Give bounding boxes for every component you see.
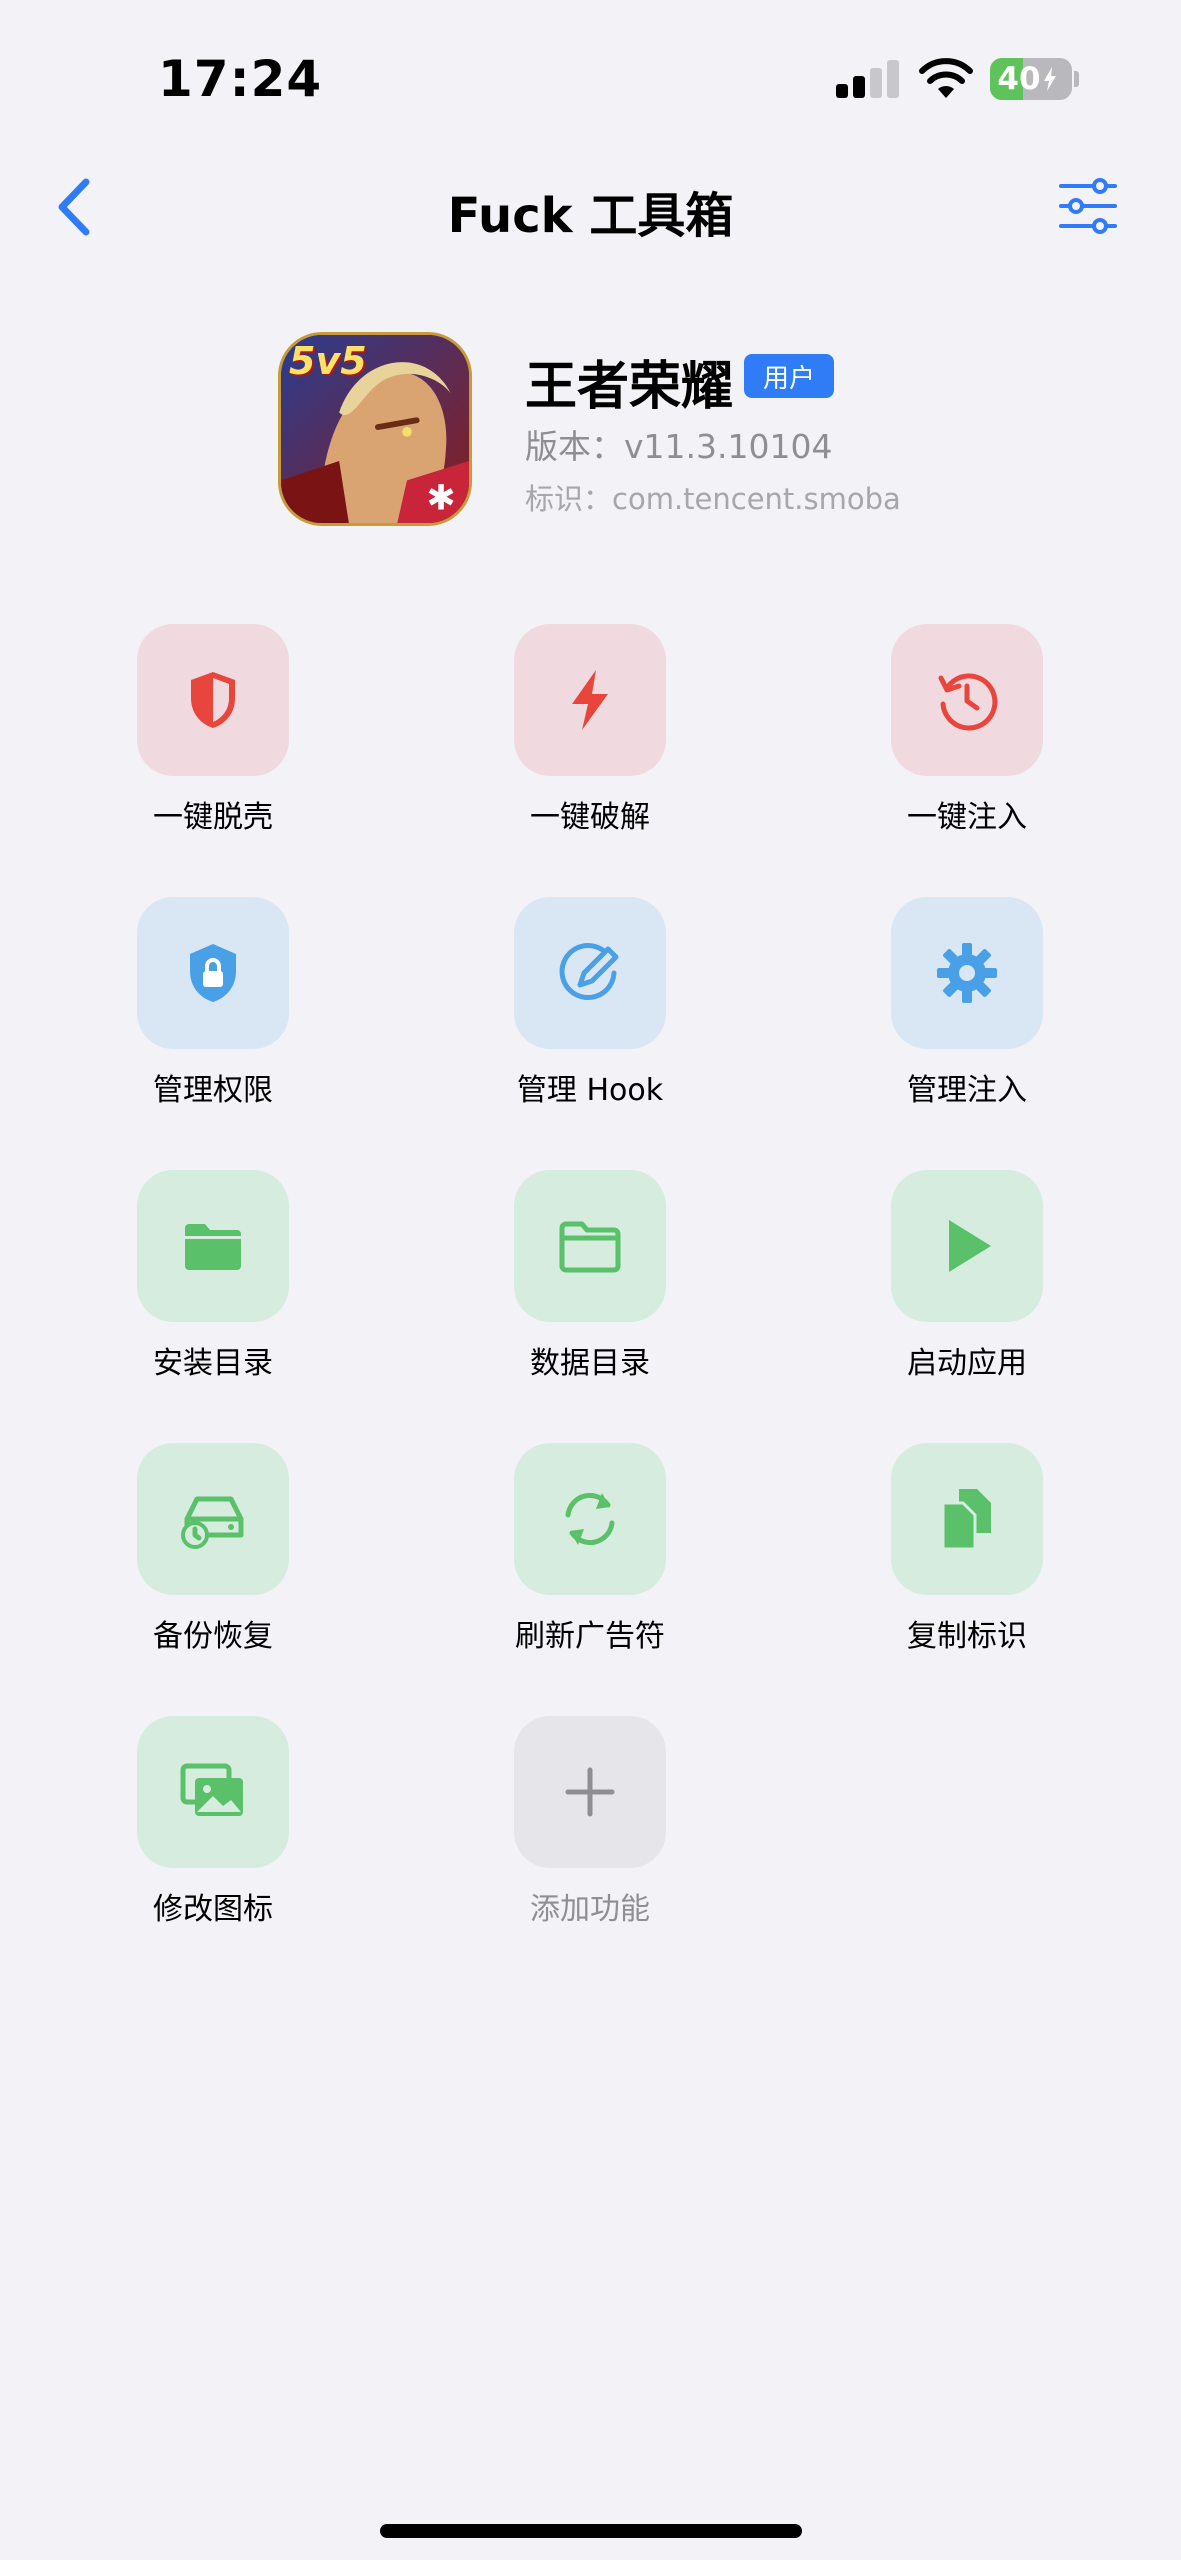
- tool-label: 刷新广告符: [515, 1619, 665, 1654]
- tool-folder-filled-button[interactable]: 安装目录: [93, 1170, 333, 1390]
- battery-percent: 40: [997, 61, 1041, 97]
- app-bundle-id: 标识：com.tencent.smoba: [525, 476, 901, 518]
- tool-label: 管理注入: [907, 1073, 1027, 1108]
- tool-label: 添加功能: [530, 1892, 650, 1927]
- tool-icon-box[interactable]: [514, 897, 666, 1049]
- tool-icon-box[interactable]: [137, 1170, 289, 1322]
- battery-cap: [1074, 71, 1079, 87]
- refresh-icon: [556, 1485, 624, 1553]
- home-indicator[interactable]: [380, 2524, 802, 2538]
- tool-label: 修改图标: [153, 1892, 273, 1927]
- sliders-icon: [1059, 178, 1117, 234]
- tool-icon-box[interactable]: [891, 1443, 1043, 1595]
- version-value: v11.3.10104: [624, 427, 833, 466]
- tool-gear-button[interactable]: 管理注入: [847, 897, 1087, 1117]
- tool-backup-drive-button[interactable]: 备份恢复: [93, 1443, 333, 1663]
- tool-icon-box[interactable]: [514, 1170, 666, 1322]
- copy-doc-icon: [933, 1485, 1001, 1553]
- backup-drive-icon: [179, 1485, 247, 1553]
- plus-icon: [556, 1758, 624, 1826]
- tool-icon-box[interactable]: [891, 624, 1043, 776]
- tool-label: 一键破解: [530, 800, 650, 835]
- tool-icon-box[interactable]: [514, 624, 666, 776]
- tool-label: 备份恢复: [153, 1619, 273, 1654]
- app-icon: ✱ 5v5: [278, 332, 472, 526]
- tool-icon-box[interactable]: [137, 1443, 289, 1595]
- charging-bolt-icon: [1043, 67, 1056, 91]
- lightning-icon: [556, 666, 624, 734]
- tool-icon-box[interactable]: [137, 624, 289, 776]
- settings-button[interactable]: [1058, 178, 1118, 234]
- history-icon: [933, 666, 1001, 734]
- user-badge: 用户: [744, 354, 834, 398]
- shield-half-icon: [179, 666, 247, 734]
- edit-circle-icon: [556, 939, 624, 1007]
- svg-text:✱: ✱: [426, 478, 455, 518]
- bundle-id-value: com.tencent.smoba: [612, 482, 901, 516]
- tool-shield-half-button[interactable]: 一键脱壳: [93, 624, 333, 844]
- tool-plus-button[interactable]: 添加功能: [470, 1716, 710, 1936]
- shield-lock-icon: [179, 939, 247, 1007]
- app-name: 王者荣耀: [525, 357, 734, 417]
- tool-folder-outline-button[interactable]: 数据目录: [470, 1170, 710, 1390]
- page-title: Fuck 工具箱: [447, 188, 734, 244]
- tool-label: 安装目录: [153, 1346, 273, 1381]
- status-time: 17:24: [158, 50, 323, 108]
- tool-icon-box[interactable]: [891, 897, 1043, 1049]
- tool-label: 管理 Hook: [516, 1073, 664, 1108]
- bundle-id-label: 标识：: [525, 482, 613, 516]
- tool-copy-doc-button[interactable]: 复制标识: [847, 1443, 1087, 1663]
- app-version: 版本：v11.3.10104: [525, 420, 832, 468]
- tool-play-button[interactable]: 启动应用: [847, 1170, 1087, 1390]
- battery-indicator: 40: [990, 58, 1072, 100]
- tool-label: 一键脱壳: [153, 800, 273, 835]
- status-bar: 17:24 40: [0, 0, 1181, 150]
- tool-icon-box[interactable]: [514, 1443, 666, 1595]
- tool-label: 管理权限: [153, 1073, 273, 1108]
- cellular-signal-icon: [836, 60, 900, 98]
- app-icon-text: 5v5: [289, 339, 367, 383]
- tool-history-button[interactable]: 一键注入: [847, 624, 1087, 844]
- version-label: 版本：: [525, 427, 624, 466]
- folder-outline-icon: [556, 1212, 624, 1280]
- tool-label: 一键注入: [907, 800, 1027, 835]
- tool-icon-box[interactable]: [137, 1716, 289, 1868]
- tool-lightning-button[interactable]: 一键破解: [470, 624, 710, 844]
- tool-shield-lock-button[interactable]: 管理权限: [93, 897, 333, 1117]
- tool-label: 启动应用: [907, 1346, 1027, 1381]
- tool-icon-box[interactable]: [891, 1170, 1043, 1322]
- wifi-icon: [918, 58, 974, 100]
- play-icon: [933, 1212, 1001, 1280]
- tool-refresh-button[interactable]: 刷新广告符: [470, 1443, 710, 1663]
- folder-filled-icon: [179, 1212, 247, 1280]
- photos-icon: [179, 1758, 247, 1826]
- tool-edit-circle-button[interactable]: 管理 Hook: [470, 897, 710, 1117]
- tool-label: 数据目录: [530, 1346, 650, 1381]
- tool-label: 复制标识: [907, 1619, 1027, 1654]
- tool-icon-box[interactable]: [514, 1716, 666, 1868]
- tool-photos-button[interactable]: 修改图标: [93, 1716, 333, 1936]
- gear-icon: [933, 939, 1001, 1007]
- tool-icon-box[interactable]: [137, 897, 289, 1049]
